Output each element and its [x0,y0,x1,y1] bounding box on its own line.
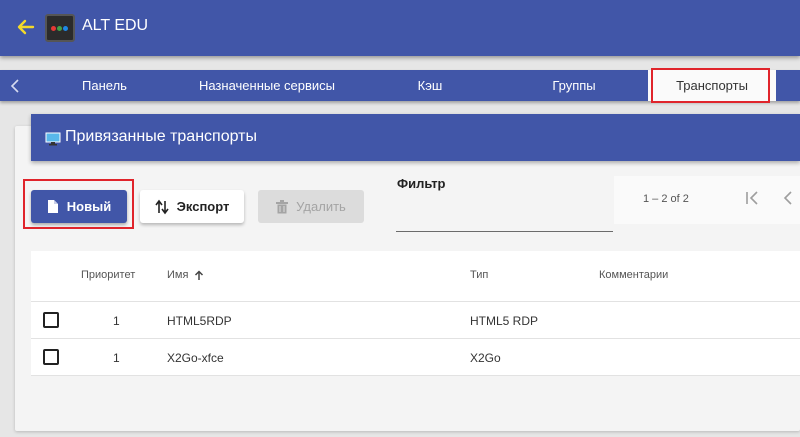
panel-title: Привязанные транспорты [65,128,257,145]
trash-icon [276,199,289,214]
monitor-icon [45,132,61,151]
transports-table: Приоритет Имя Тип Комментарии 1 HTML5RDP… [31,251,800,376]
tab-scroll-left-button[interactable] [0,70,30,101]
chevron-left-icon [10,78,19,93]
column-header-comments[interactable]: Комментарии [599,269,668,281]
first-page-button[interactable] [744,190,760,211]
arrow-left-icon [17,19,35,35]
export-button-label: Экспорт [176,199,230,214]
table-row[interactable]: 1 X2Go-xfce X2Go [31,338,800,375]
table-bottom-divider [31,375,800,376]
paginator: 1 – 2 of 2 [614,176,800,224]
row-priority: 1 [113,351,120,365]
tab-panel[interactable]: Панель [52,70,157,101]
column-header-type[interactable]: Тип [470,269,488,281]
tab-cache[interactable]: Кэш [390,70,470,101]
tab-assigned-services[interactable]: Назначенные сервисы [178,70,356,101]
arrow-up-icon [195,269,204,280]
sort-arrows-icon [154,199,169,215]
column-header-name-label: Имя [167,269,189,281]
row-checkbox[interactable] [43,349,59,365]
tab-bar: Панель Назначенные сервисы Кэш Группы Тр… [0,70,800,101]
chevron-left-icon [783,191,792,205]
new-button-label: Новый [66,199,112,214]
delete-button[interactable]: Удалить [258,190,364,223]
delete-button-label: Удалить [296,199,346,214]
column-header-name[interactable]: Имя [167,269,204,281]
first-page-icon [746,191,758,205]
row-name: HTML5RDP [167,314,232,328]
app-logo [45,14,75,42]
row-checkbox[interactable] [43,312,59,328]
row-type: HTML5 RDP [470,314,539,328]
row-type: X2Go [470,351,501,365]
tab-groups[interactable]: Группы [520,70,628,101]
filter-input[interactable] [396,196,613,232]
column-header-priority[interactable]: Приоритет [81,269,135,281]
row-name: X2Go-xfce [167,351,224,365]
app-toolbar: ALT EDU [0,0,800,56]
panel-header: Привязанные транспорты [31,114,800,161]
app-title: ALT EDU [82,17,149,34]
row-priority: 1 [113,314,120,328]
export-button[interactable]: Экспорт [140,190,244,223]
tab-transports[interactable]: Транспорты [648,70,776,101]
new-button[interactable]: Новый [31,190,127,223]
back-button[interactable] [14,15,38,39]
table-row[interactable]: 1 HTML5RDP HTML5 RDP [31,301,800,338]
new-file-icon [47,199,59,214]
previous-page-button[interactable] [782,190,794,211]
paginator-range: 1 – 2 of 2 [643,193,689,205]
filter-label: Фильтр [397,176,446,191]
